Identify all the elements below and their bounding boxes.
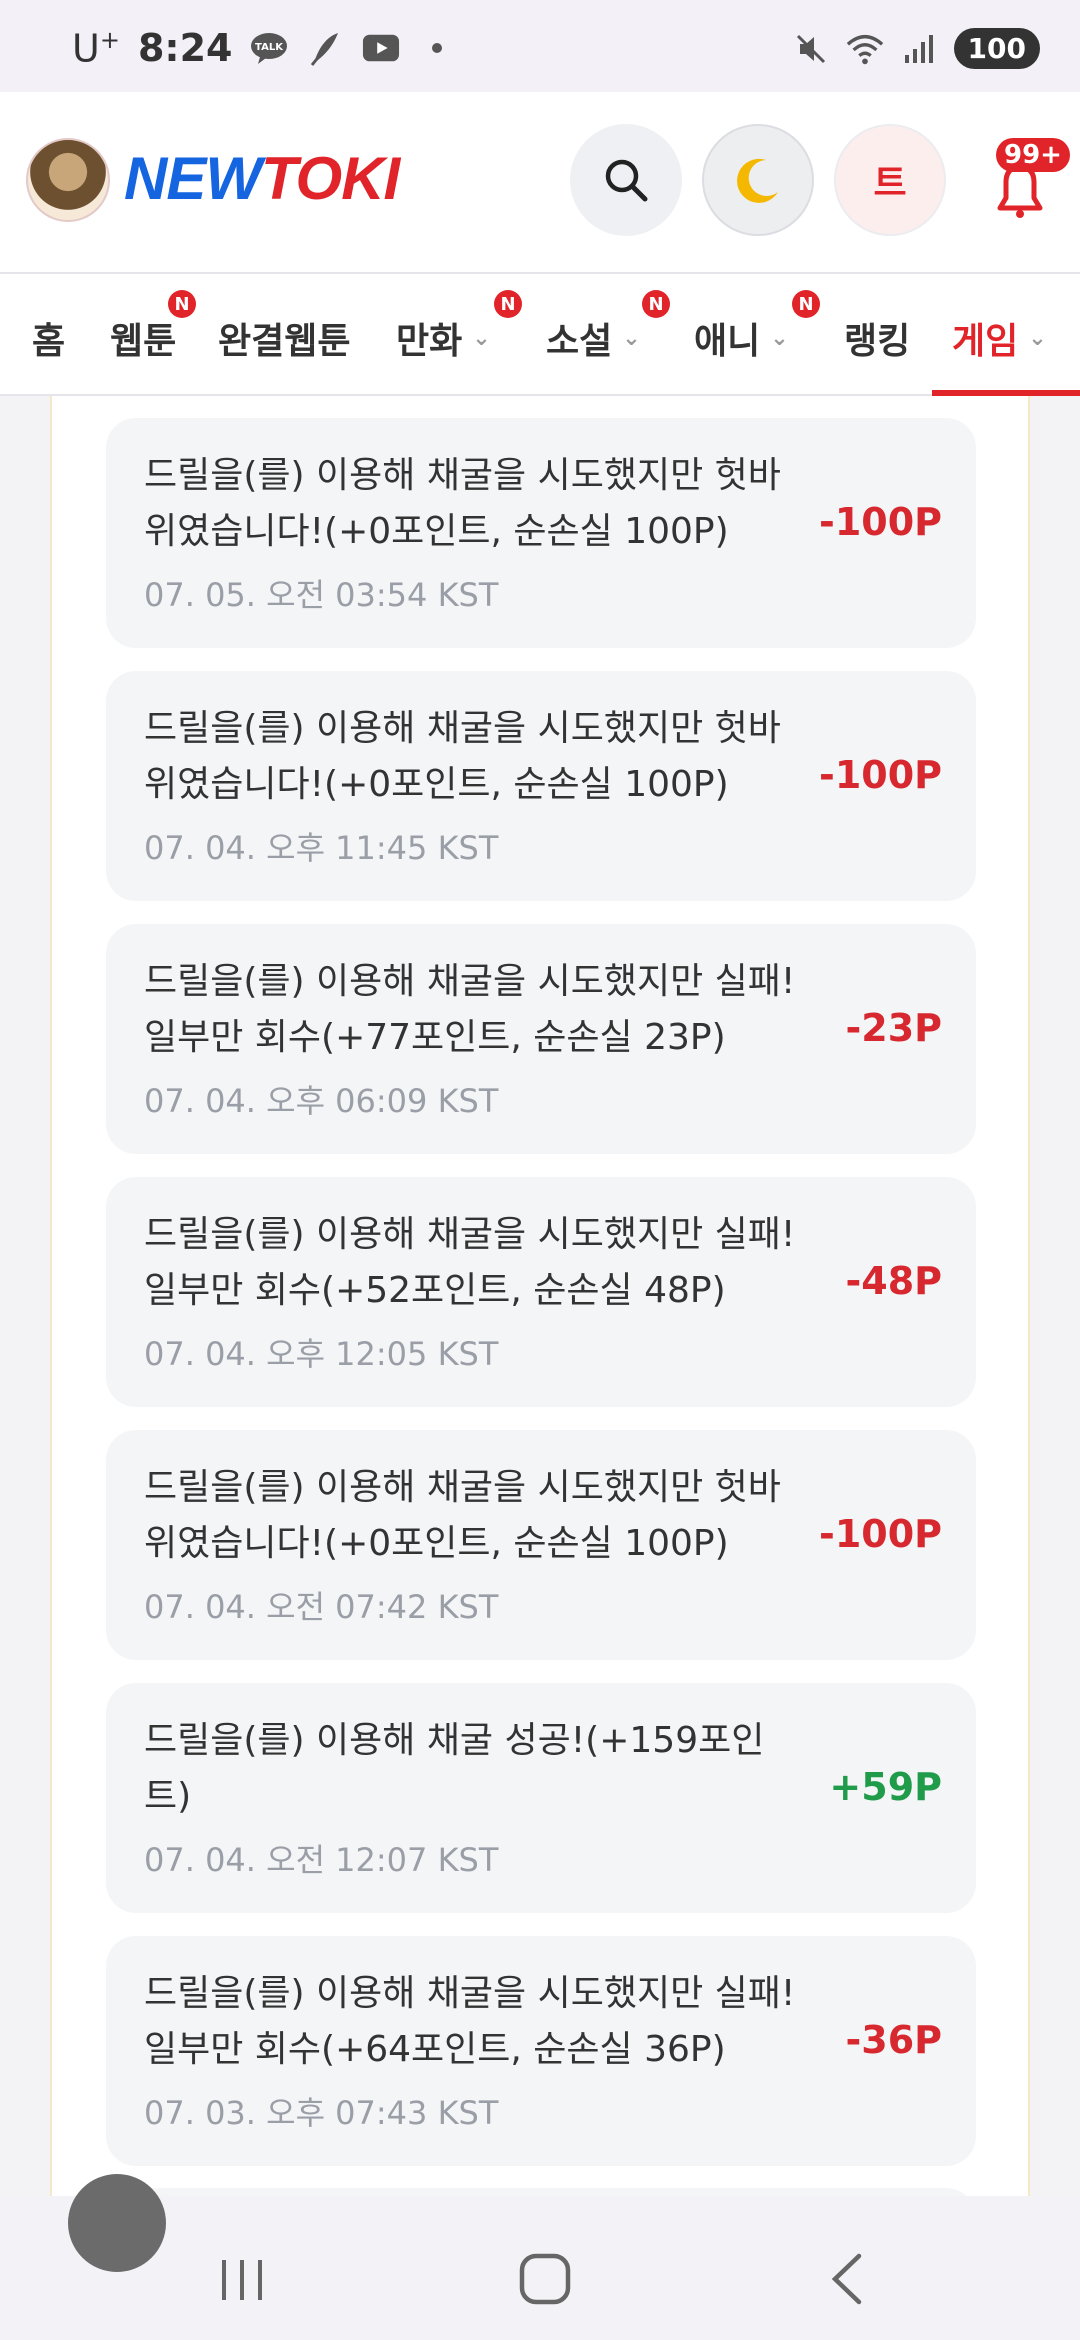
tab-ranking[interactable]: 랭킹 (844, 312, 910, 364)
chevron-down-icon: ⌄ (770, 325, 789, 351)
list-item: 드릴을(를) 이용해 채굴을 시도했지만 실패! 일부만 회수(+77포인트, … (106, 924, 976, 1154)
moon-icon (737, 158, 778, 203)
user-avatar-button[interactable]: 트 (834, 124, 946, 236)
entry-points: -23P (845, 1006, 942, 1050)
tab-home[interactable]: 홈 (32, 312, 65, 364)
list-item: 드릴을(를) 이용해 채굴을 시도했지만 실패! 일부만 회수(+64포인트, … (106, 1936, 976, 2166)
new-badge: N (494, 290, 522, 318)
tab-webtoon[interactable]: 웹툰 N (110, 290, 196, 364)
home-button[interactable] (510, 2244, 580, 2314)
recent-apps-icon (222, 2260, 262, 2300)
battery-indicator: 100 (953, 28, 1040, 69)
chevron-down-icon: ⌄ (1028, 325, 1047, 351)
entry-date: 07. 04. 오후 12:05 KST (144, 1335, 499, 1373)
tab-game[interactable]: 게임 ⌄ (952, 312, 1047, 364)
entry-date: 07. 04. 오전 07:42 KST (144, 1588, 499, 1626)
entry-message: 드릴을(를) 이용해 채굴을 시도했지만 실패! 일부만 회수(+64포인트, … (144, 1973, 796, 2070)
entry-message: 드릴을(를) 이용해 채굴을 시도했지만 헛바위였습니다!(+0포인트, 순손실… (144, 708, 781, 805)
tab-label: 애니 (694, 321, 761, 362)
entry-message: 드릴을(를) 이용해 채굴 성공!(+159포인트) (144, 1720, 765, 1817)
entry-message: 드릴을(를) 이용해 채굴을 시도했지만 헛바위였습니다!(+0포인트, 순손실… (144, 455, 781, 552)
list-item: 드릴을(를) 이용해 채굴 성공!(+159포인트) 07. 04. 오전 12… (106, 1683, 976, 1913)
entry-message: 드릴을(를) 이용해 채굴을 시도했지만 실패! 일부만 회수(+77포인트, … (144, 961, 796, 1058)
signal-icon (900, 30, 938, 68)
feather-icon (306, 29, 344, 67)
tab-label: 홈 (32, 321, 66, 362)
entry-points: -36P (845, 2018, 942, 2062)
back-button[interactable] (812, 2244, 882, 2314)
entry-date: 07. 04. 오후 06:09 KST (144, 1082, 499, 1120)
list-item: 드릴을(를) 이용해 채굴을 시도했지만 헛바위였습니다!(+0포인트, 순손실… (106, 418, 976, 648)
tab-completed-webtoon[interactable]: 완결웹툰 (218, 312, 350, 364)
entry-points: -100P (819, 1512, 942, 1556)
entry-message: 드릴을(를) 이용해 채굴을 시도했지만 실패! 일부만 회수(+52포인트, … (144, 1214, 796, 1311)
entry-date: 07. 04. 오후 11:45 KST (144, 829, 499, 867)
floating-action-button[interactable] (68, 2174, 166, 2272)
youtube-icon (362, 29, 400, 67)
dot-icon (418, 29, 456, 67)
app-screen: U+ 8:24 TALK 100 NEWTOKI 트 99+ 홈 웹툰 N 완결… (0, 0, 1080, 2340)
entry-points: -48P (845, 1259, 942, 1303)
status-bar: U+ 8:24 TALK 100 (0, 0, 1080, 92)
point-history-panel: 드릴을(를) 이용해 채굴을 시도했지만 헛바위였습니다!(+0포인트, 순손실… (50, 396, 1030, 2196)
entry-date: 07. 05. 오전 03:54 KST (144, 576, 499, 614)
wifi-icon (846, 30, 884, 68)
carrier-label: U+ (72, 26, 120, 71)
tab-manga[interactable]: 만화 ⌄ N (396, 290, 522, 364)
logo-text-toki: TOKI (260, 145, 400, 212)
user-initial: 트 (873, 163, 907, 204)
tab-label: 랭킹 (844, 321, 911, 362)
entry-points: +59P (829, 1765, 942, 1809)
category-tabs: 홈 웹툰 N 완결웹툰 만화 ⌄ N 소설 ⌄ N 애니 ⌄ N 랭킹 게임 ⌄ (0, 272, 1080, 396)
recent-apps-button[interactable] (208, 2244, 278, 2314)
tab-label: 웹툰 (110, 321, 177, 362)
logo-image[interactable] (26, 138, 110, 222)
talk-icon: TALK (250, 29, 288, 67)
new-badge: N (642, 290, 670, 318)
tab-label: 만화 (396, 321, 463, 362)
site-header: NEWTOKI 트 99+ (0, 92, 1080, 272)
entry-message: 드릴을(를) 이용해 채굴을 시도했지만 헛바위였습니다!(+0포인트, 순손실… (144, 1467, 781, 1564)
tab-label: 완결웹툰 (218, 321, 351, 362)
site-logo[interactable]: NEWTOKI (124, 144, 400, 213)
home-icon (519, 2253, 571, 2305)
entry-points: -100P (819, 753, 942, 797)
list-item: 드릴을(를) 이용해 채굴을 시도했지만 실패! 일부만 회수(+52포인트, … (106, 1177, 976, 1407)
clock: 8:24 (137, 26, 233, 71)
list-item (106, 2188, 976, 2196)
svg-text:TALK: TALK (256, 42, 285, 53)
list-item: 드릴을(를) 이용해 채굴을 시도했지만 헛바위였습니다!(+0포인트, 순손실… (106, 671, 976, 901)
dark-mode-toggle[interactable] (702, 124, 814, 236)
search-icon (605, 159, 648, 202)
tab-label: 게임 (952, 321, 1019, 362)
entry-date: 07. 03. 오후 07:43 KST (144, 2094, 499, 2132)
new-badge: N (792, 290, 820, 318)
list-item: 드릴을(를) 이용해 채굴을 시도했지만 헛바위였습니다!(+0포인트, 순손실… (106, 1430, 976, 1660)
chevron-down-icon: ⌄ (622, 325, 641, 351)
chevron-down-icon: ⌄ (472, 325, 491, 351)
mute-icon (792, 30, 830, 68)
entry-points: -100P (819, 500, 942, 544)
back-icon (831, 2253, 862, 2305)
notification-badge: 99+ (996, 138, 1070, 172)
new-badge: N (168, 290, 196, 318)
tab-anime[interactable]: 애니 ⌄ N (694, 290, 820, 364)
logo-text-new: NEW (124, 145, 262, 212)
tab-label: 소설 (546, 321, 613, 362)
search-button[interactable] (570, 124, 682, 236)
tab-novel[interactable]: 소설 ⌄ N (546, 290, 670, 364)
entry-date: 07. 04. 오전 12:07 KST (144, 1841, 499, 1879)
